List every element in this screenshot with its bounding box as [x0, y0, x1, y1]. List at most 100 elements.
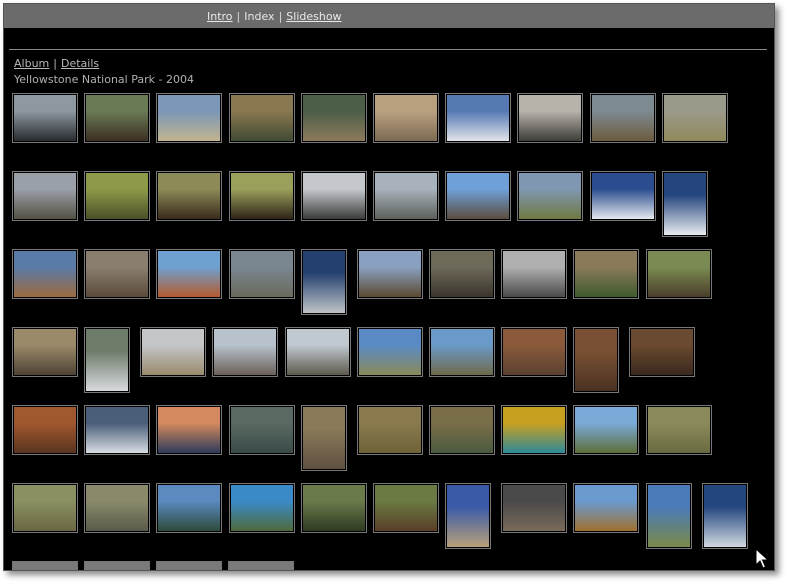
photo-thumbnail[interactable] — [445, 483, 491, 549]
photo-thumbnail[interactable] — [156, 171, 222, 221]
photo-thumbnail[interactable] — [662, 93, 728, 143]
photo-thumbnail[interactable] — [229, 171, 295, 221]
photo-thumbnail[interactable] — [84, 483, 150, 533]
photo-thumbnail[interactable] — [84, 249, 150, 299]
photo-thumbnail[interactable] — [629, 327, 695, 377]
album-link[interactable]: Album — [14, 57, 49, 70]
photo-thumbnail[interactable] — [429, 249, 495, 299]
photo-image — [648, 407, 710, 453]
photo-thumbnail[interactable] — [12, 171, 78, 221]
photo-thumbnail[interactable] — [156, 93, 222, 143]
photo-thumbnail[interactable] — [501, 483, 567, 533]
photo-thumbnail[interactable] — [285, 327, 351, 377]
photo-thumbnail[interactable] — [301, 249, 347, 315]
photo-thumbnail[interactable] — [84, 327, 130, 393]
nav-intro-link[interactable]: Intro — [207, 10, 233, 23]
photo-image — [519, 173, 581, 219]
photo-thumbnail[interactable] — [501, 405, 567, 455]
photo-thumbnail[interactable] — [445, 171, 511, 221]
photo-image — [648, 485, 690, 547]
nav-separator: | — [236, 10, 241, 23]
photo-thumbnail[interactable] — [357, 405, 423, 455]
photo-image — [14, 95, 76, 141]
photo-image — [231, 95, 293, 141]
photo-thumbnail[interactable] — [12, 405, 78, 455]
photo-thumbnail[interactable] — [429, 405, 495, 455]
photo-image — [303, 407, 345, 469]
photo-thumbnail[interactable] — [517, 93, 583, 143]
photo-thumbnail[interactable] — [156, 249, 222, 299]
photo-thumbnail[interactable] — [646, 249, 712, 299]
photo-thumbnail[interactable] — [229, 405, 295, 455]
photo-thumbnail[interactable] — [12, 249, 78, 299]
photo-thumbnail[interactable] — [84, 561, 150, 570]
photo-image — [375, 95, 437, 141]
photo-thumbnail[interactable] — [573, 327, 619, 393]
browser-page: Intro | Index | Slideshow Album | Details Yell… — [3, 3, 775, 571]
album-title: Yellowstone National Park - 2004 — [14, 73, 194, 86]
details-link[interactable]: Details — [61, 57, 99, 70]
photo-thumbnail[interactable] — [573, 405, 639, 455]
photo-thumbnail[interactable] — [646, 405, 712, 455]
photo-thumbnail[interactable] — [12, 93, 78, 143]
photo-image — [86, 329, 128, 391]
photo-thumbnail[interactable] — [702, 483, 748, 549]
photo-thumbnail[interactable] — [12, 561, 78, 570]
photo-image — [158, 407, 220, 453]
photo-thumbnail[interactable] — [301, 171, 367, 221]
photo-thumbnail[interactable] — [212, 327, 278, 377]
photo-thumbnail[interactable] — [156, 561, 222, 570]
photo-image — [14, 329, 76, 375]
photo-image — [575, 251, 637, 297]
photo-thumbnail[interactable] — [140, 327, 206, 377]
photo-thumbnail[interactable] — [228, 561, 294, 570]
photo-thumbnail[interactable] — [357, 249, 423, 299]
photo-image — [231, 173, 293, 219]
photo-thumbnail[interactable] — [301, 405, 347, 471]
photo-thumbnail[interactable] — [501, 249, 567, 299]
photo-thumbnail[interactable] — [229, 249, 295, 299]
photo-thumbnail[interactable] — [590, 93, 656, 143]
photo-image — [158, 485, 220, 531]
photo-thumbnail[interactable] — [590, 171, 656, 221]
photo-thumbnail[interactable] — [646, 483, 692, 549]
photo-image — [86, 173, 148, 219]
photo-thumbnail[interactable] — [429, 327, 495, 377]
photo-image — [375, 173, 437, 219]
photo-thumbnail[interactable] — [445, 93, 511, 143]
photo-image — [303, 95, 365, 141]
photo-thumbnail[interactable] — [373, 93, 439, 143]
photo-image — [575, 407, 637, 453]
photo-thumbnail[interactable] — [156, 405, 222, 455]
photo-image — [664, 173, 706, 235]
photo-thumbnail[interactable] — [12, 483, 78, 533]
photo-thumbnail[interactable] — [156, 483, 222, 533]
photo-thumbnail[interactable] — [373, 483, 439, 533]
photo-thumbnail[interactable] — [84, 171, 150, 221]
photo-image — [231, 407, 293, 453]
photo-thumbnail[interactable] — [517, 171, 583, 221]
photo-image — [631, 329, 693, 375]
photo-image — [86, 485, 148, 531]
photo-thumbnail[interactable] — [84, 405, 150, 455]
photo-thumbnail[interactable] — [301, 93, 367, 143]
photo-thumbnail[interactable] — [501, 327, 567, 377]
photo-thumbnail[interactable] — [229, 93, 295, 143]
photo-thumbnail[interactable] — [357, 327, 423, 377]
photo-image — [14, 407, 76, 453]
photo-image — [303, 173, 365, 219]
photo-thumbnail[interactable] — [84, 93, 150, 143]
photo-image — [503, 485, 565, 531]
nav-slideshow-link[interactable]: Slideshow — [286, 10, 341, 23]
photo-image — [86, 95, 148, 141]
photo-image — [575, 329, 617, 391]
photo-image — [158, 251, 220, 297]
photo-thumbnail[interactable] — [662, 171, 708, 237]
photo-thumbnail[interactable] — [301, 483, 367, 533]
photo-thumbnail[interactable] — [573, 483, 639, 533]
photo-thumbnail[interactable] — [373, 171, 439, 221]
photo-thumbnail[interactable] — [12, 327, 78, 377]
photo-thumbnail[interactable] — [573, 249, 639, 299]
subnav-separator: | — [53, 57, 57, 70]
photo-thumbnail[interactable] — [229, 483, 295, 533]
